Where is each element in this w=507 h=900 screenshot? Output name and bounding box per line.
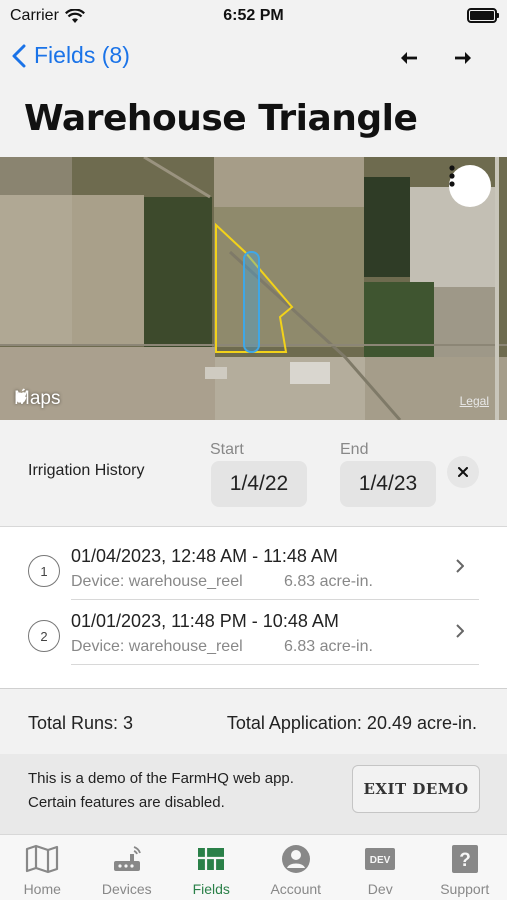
irrigation-runs-list[interactable]: 1 01/04/2023, 12:48 AM - 11:48 AM Device… bbox=[0, 526, 507, 688]
status-bar: Carrier 6:52 PM bbox=[0, 0, 507, 32]
legal-link[interactable]: Legal bbox=[460, 394, 489, 408]
tab-fields[interactable]: Fields bbox=[169, 835, 254, 900]
next-field-button[interactable] bbox=[445, 40, 481, 76]
list-divider bbox=[71, 664, 479, 665]
run-device: Device: warehouse_reel bbox=[71, 638, 243, 655]
battery-icon bbox=[467, 8, 499, 23]
tab-label: Fields bbox=[192, 881, 230, 897]
tab-home[interactable]: Home bbox=[0, 835, 85, 900]
svg-text:DEV: DEV bbox=[370, 855, 391, 866]
end-date-label: End bbox=[340, 441, 369, 458]
maps-attribution: Maps bbox=[14, 388, 60, 410]
run-device: Device: warehouse_reel bbox=[71, 573, 243, 590]
clear-dates-button[interactable] bbox=[447, 456, 479, 488]
tab-support[interactable]: ? Support bbox=[423, 835, 507, 900]
run-amount: 6.83 acre-in. bbox=[284, 573, 373, 590]
device-icon bbox=[109, 843, 145, 875]
total-application: Total Application: 20.49 acre-in. bbox=[226, 713, 477, 733]
map-icon bbox=[24, 843, 60, 875]
tab-dev[interactable]: DEV Dev bbox=[338, 835, 423, 900]
close-icon bbox=[458, 467, 468, 477]
tab-label: Account bbox=[270, 881, 322, 897]
arrow-right-icon bbox=[455, 52, 471, 64]
tab-account[interactable]: Account bbox=[254, 835, 339, 900]
previous-field-button[interactable] bbox=[391, 40, 427, 76]
apple-logo-icon bbox=[15, 388, 27, 403]
irrigation-history-filter: Irrigation History Start 1/4/22 End 1/4/… bbox=[0, 420, 507, 526]
start-date-label: Start bbox=[210, 441, 244, 458]
demo-message: This is a demo of the FarmHQ web app. Ce… bbox=[28, 770, 294, 811]
carrier-info: Carrier bbox=[10, 7, 85, 25]
tab-label: Support bbox=[440, 881, 490, 897]
wifi-icon bbox=[64, 8, 85, 23]
run-time-range: 01/01/2023, 11:48 PM - 10:48 AM bbox=[71, 611, 339, 631]
demo-banner: This is a demo of the FarmHQ web app. Ce… bbox=[0, 754, 507, 834]
map-menu-button[interactable] bbox=[449, 165, 491, 207]
satellite-imagery bbox=[0, 157, 507, 420]
end-date-picker[interactable]: 1/4/23 bbox=[340, 461, 436, 507]
nav-header: Fields (8) bbox=[0, 36, 507, 80]
chevron-right-icon bbox=[456, 557, 465, 578]
run-number-badge: 1 bbox=[28, 555, 60, 587]
tab-bar: Home Devices Fields Account DEV Dev ? Su… bbox=[0, 834, 507, 900]
fields-grid-icon bbox=[193, 843, 229, 875]
run-amount: 6.83 acre-in. bbox=[284, 638, 373, 655]
totals-bar: Total Runs: 3 Total Application: 20.49 a… bbox=[0, 688, 507, 754]
carrier-label: Carrier bbox=[10, 7, 59, 24]
exit-demo-button[interactable]: EXIT DEMO bbox=[352, 765, 480, 813]
run-time-range: 01/04/2023, 12:48 AM - 11:48 AM bbox=[71, 546, 338, 566]
svg-text:?: ? bbox=[459, 850, 471, 871]
account-icon bbox=[278, 843, 314, 875]
field-map[interactable]: Maps Legal bbox=[0, 157, 507, 420]
back-button[interactable]: Fields (8) bbox=[12, 42, 130, 69]
run-list-item[interactable]: 2 01/01/2023, 11:48 PM - 10:48 AM Device… bbox=[0, 592, 507, 656]
dev-icon: DEV bbox=[362, 843, 398, 875]
help-icon: ? bbox=[447, 843, 483, 875]
tab-label: Home bbox=[23, 881, 61, 897]
irrigation-history-label: Irrigation History bbox=[28, 462, 145, 479]
tab-label: Dev bbox=[367, 881, 393, 897]
tab-devices[interactable]: Devices bbox=[85, 835, 170, 900]
run-list-item[interactable]: 1 01/04/2023, 12:48 AM - 11:48 AM Device… bbox=[0, 527, 507, 591]
chevron-left-icon bbox=[12, 44, 26, 67]
total-runs: Total Runs: 3 bbox=[28, 713, 134, 733]
back-button-label: Fields (8) bbox=[34, 42, 130, 68]
page-title: Warehouse Triangle bbox=[24, 98, 418, 139]
tab-label: Devices bbox=[101, 881, 152, 897]
start-date-picker[interactable]: 1/4/22 bbox=[211, 461, 307, 507]
more-vertical-icon bbox=[449, 165, 455, 187]
chevron-right-icon bbox=[456, 622, 465, 643]
run-number-badge: 2 bbox=[28, 620, 60, 652]
arrow-left-icon bbox=[401, 52, 417, 64]
